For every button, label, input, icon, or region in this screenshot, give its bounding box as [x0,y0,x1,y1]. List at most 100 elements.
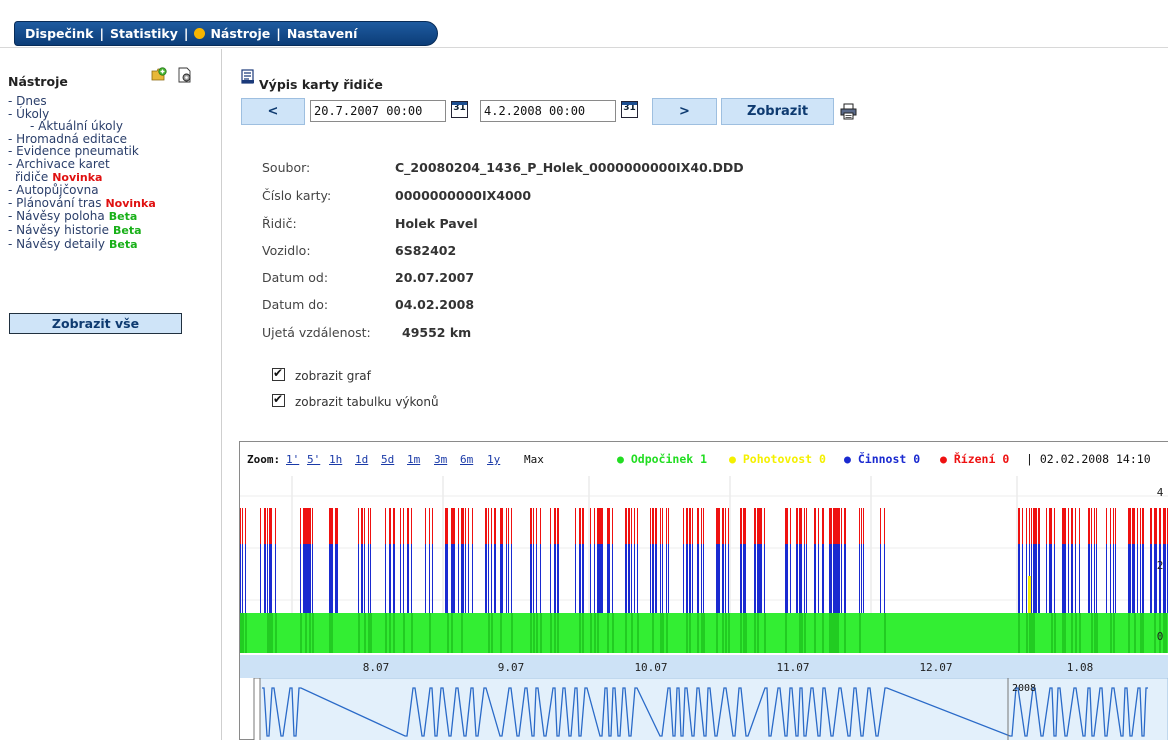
show-graph-checkbox[interactable] [272,366,285,381]
driving-bar [1075,508,1076,544]
zoom-1h-link[interactable]: 1h [329,453,342,466]
activity-plot[interactable]: 4 2 0 8.07 9.07 10.07 11.07 12.07 1.08 [240,472,1168,678]
work-bar [655,544,657,613]
work-bar [491,544,492,613]
work-bar [1018,544,1020,613]
overview-navigator[interactable]: 2008 [240,678,1168,740]
page-title: Výpis karty řidiče [259,77,383,92]
info-value: Holek Pavel [395,216,478,231]
driving-bar [511,508,512,544]
rest-stripe [829,613,831,653]
main-menu: Dispečink | Statistiky | Nástroje | Nast… [14,21,438,46]
date-to-input[interactable]: 4.2.2008 00:00 [480,100,616,122]
zoom-1m-link[interactable]: 1m [407,453,420,466]
work-bar [799,544,801,613]
driving-bar [488,508,489,544]
work-bar [554,544,556,613]
rest-stripe [884,613,886,653]
work-bar [1071,544,1073,613]
driving-bar [831,508,832,544]
work-bar [1031,544,1032,613]
legend-work: ● Činnost 0 [844,452,921,466]
zoom-1d-link[interactable]: 1d [355,453,368,466]
print-icon[interactable] [840,103,857,120]
nav-dispecink[interactable]: Dispečink [25,26,93,41]
rest-stripe [1026,613,1028,653]
driving-bar [594,508,595,544]
sidebar-item[interactable]: - Návěsy historie Beta [8,224,156,238]
rest-stripe [662,613,664,653]
rest-stripe [451,613,453,653]
info-label: Datum od: [262,270,329,285]
rest-stripe [557,613,559,653]
work-bar [400,544,401,613]
driving-bar [829,508,831,544]
zoom-3m-link[interactable]: 3m [434,453,447,466]
driving-bar [863,508,864,544]
driving-bar [245,508,246,544]
driving-bar [267,508,268,544]
work-bar [1163,544,1165,613]
work-bar [300,544,301,613]
work-bar [745,544,746,613]
rest-stripe [530,613,532,653]
driving-bar [650,508,651,544]
driving-bar [837,508,839,544]
rest-stripe [245,613,247,653]
driving-bar [740,508,742,544]
rest-stripe [461,613,463,653]
date-from-input[interactable]: 20.7.2007 00:00 [310,100,446,122]
rest-stripe [835,613,837,653]
sidebar-item[interactable]: - Plánování tras Novinka [8,196,156,211]
zoom-1min-link[interactable]: 1' [286,453,299,466]
work-bar [796,544,798,613]
rest-stripe [267,613,269,653]
rest-stripe [1029,613,1031,653]
driving-bar [1130,508,1131,544]
nav-nastroje[interactable]: Nástroje [210,26,270,41]
rest-stripe [269,613,271,653]
next-period-button[interactable]: > [652,98,717,125]
driving-bar [764,508,765,544]
sidebar-item[interactable]: - Návěsy detaily Beta [8,237,156,252]
work-bar [267,544,268,613]
work-bar [1033,544,1035,613]
work-bar [307,544,309,613]
driving-bar [634,508,635,544]
work-bar [536,544,537,613]
sidebar-item[interactable]: - Návěsy poloha Beta [8,210,156,224]
zoom-1y-link[interactable]: 1y [487,453,500,466]
nav-statistiky[interactable]: Statistiky [110,26,178,41]
standby-bar [1028,576,1031,613]
zoom-6m-link[interactable]: 6m [460,453,473,466]
zoom-5min-link[interactable]: 5' [307,453,320,466]
work-bar [1128,544,1130,613]
sidebar-item[interactable]: řidiče Novinka [8,170,156,185]
work-bar [1106,544,1107,613]
driving-bar [370,508,371,544]
driving-bar [761,508,762,544]
work-bar [668,544,669,613]
show-table-checkbox[interactable] [272,392,285,407]
calendar-from-icon[interactable]: 31 [451,101,468,118]
show-all-button[interactable]: Zobrazit vše [9,313,182,334]
rest-stripe [754,613,756,653]
work-bar [393,544,395,613]
add-folder-icon[interactable] [151,67,167,82]
previous-period-button[interactable]: < [241,98,305,125]
show-button[interactable]: Zobrazit [721,98,834,125]
driving-bar [554,508,556,544]
nav-nastaveni[interactable]: Nastavení [287,26,358,41]
work-bar [829,544,831,613]
work-bar [264,544,266,613]
driving-bar [806,508,807,544]
driving-bar [1068,508,1069,544]
calendar-to-icon[interactable]: 31 [621,101,638,118]
driving-bar [666,508,667,544]
work-bar [485,544,487,613]
settings-document-icon[interactable] [177,67,193,83]
zoom-5d-link[interactable]: 5d [381,453,394,466]
work-bar [331,544,333,613]
work-bar [358,544,359,613]
work-bar [716,544,718,613]
